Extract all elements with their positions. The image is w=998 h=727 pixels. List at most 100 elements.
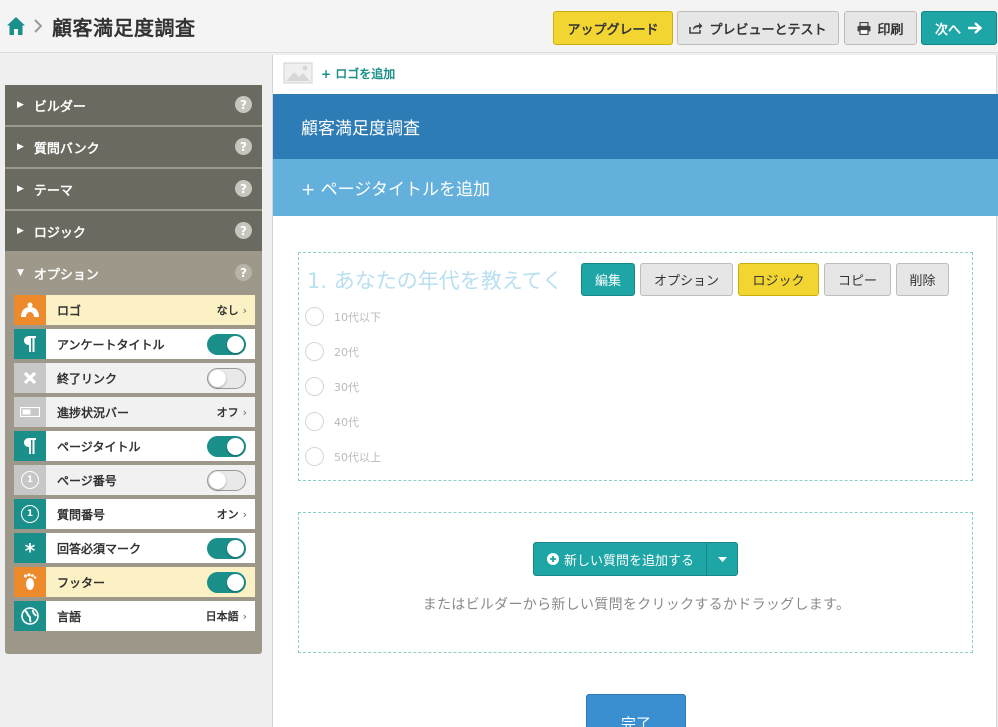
option-value: オフ (216, 406, 239, 419)
option-progress-bar[interactable]: 進捗状況バー オフ › (14, 397, 255, 427)
option-question-number[interactable]: 1 質問番号 オン › (14, 499, 255, 529)
image-placeholder-icon (283, 62, 313, 84)
choice-label: 20代 (334, 345, 359, 359)
add-question-button[interactable]: 新しい質問を追加する (533, 542, 738, 576)
option-label: 回答必須マーク (57, 541, 142, 556)
accordion-builder[interactable]: ▶ ビルダー ? (5, 85, 262, 125)
print-button[interactable]: 印刷 (844, 11, 917, 45)
delete-button[interactable]: 削除 (896, 263, 949, 296)
accordion-label: ビルダー (33, 99, 86, 115)
accordion-logic[interactable]: ▶ ロジック ? (5, 211, 262, 251)
accordion-question-bank[interactable]: ▶ 質問バンク ? (5, 127, 262, 167)
accordion-options[interactable]: ▼ オプション ? (5, 253, 262, 293)
footprint-icon (14, 567, 46, 597)
option-survey-title[interactable]: アンケートタイトル (14, 329, 255, 359)
option-required-mark[interactable]: * 回答必須マーク (14, 533, 255, 563)
add-logo-link[interactable]: + ロゴを追加 (321, 65, 395, 82)
help-icon[interactable]: ? (235, 264, 252, 281)
edit-button[interactable]: 編集 (581, 263, 635, 296)
add-question-hint: またはビルダーから新しい質問をクリックするかドラッグします。 (422, 597, 851, 613)
share-icon (689, 22, 703, 34)
help-icon[interactable]: ? (235, 138, 252, 155)
triangle-right-icon: ▶ (17, 226, 24, 236)
choice-label: 40代 (334, 415, 359, 429)
choice-label: 10代以下 (334, 310, 381, 324)
upgrade-button[interactable]: アップグレード (553, 11, 673, 45)
triangle-right-icon: ▶ (17, 100, 24, 110)
choice-item[interactable]: 50代以上 (305, 447, 381, 466)
option-label: 質問番号 (57, 507, 106, 522)
option-footer[interactable]: フッター (14, 567, 255, 597)
option-value: 日本語 (205, 610, 239, 623)
choice-label: 50代以上 (334, 450, 381, 464)
accordion-theme[interactable]: ▶ テーマ ? (5, 169, 262, 209)
toggle-switch[interactable] (207, 571, 246, 593)
radio-button[interactable] (305, 307, 324, 326)
sidebar: ▶ ビルダー ? ▶ 質問バンク ? ▶ テーマ ? ▶ ロジック ? ▼ オプ… (5, 85, 262, 654)
choice-item[interactable]: 10代以下 (305, 307, 381, 326)
option-page-number[interactable]: 1 ページ番号 (14, 465, 255, 495)
toggle-switch[interactable] (207, 537, 246, 559)
question-block[interactable]: 1. あなたの年代を教えてく 編集 オプション ロジック コピー 削除 10代以… (298, 252, 973, 481)
help-icon[interactable]: ? (235, 222, 252, 239)
accordion-label: オプション (33, 267, 99, 283)
done-button[interactable]: 完了 (586, 694, 686, 727)
add-page-title[interactable]: + ページタイトルを追加 (273, 159, 998, 216)
logo-icon (14, 295, 46, 325)
preview-test-button[interactable]: プレビューとテスト (677, 11, 839, 45)
triangle-right-icon: ▶ (17, 184, 24, 194)
radio-button[interactable] (305, 377, 324, 396)
accordion-label: ロジック (33, 225, 86, 241)
toggle-switch[interactable] (207, 469, 246, 491)
option-label: 進捗状況バー (57, 405, 130, 420)
accordion-label: テーマ (33, 183, 73, 199)
accordion-label: 質問バンク (33, 141, 100, 157)
option-end-link[interactable]: 終了リンク (14, 363, 255, 393)
choice-item[interactable]: 20代 (305, 342, 359, 361)
question-title[interactable]: 1. あなたの年代を教えてく (307, 265, 563, 295)
survey-canvas: + ロゴを追加 顧客満足度調査 + ページタイトルを追加 1. あなたの年代を教… (272, 55, 998, 727)
help-icon[interactable]: ? (235, 96, 252, 113)
help-icon[interactable]: ? (235, 180, 252, 197)
close-icon (14, 363, 46, 393)
add-question-dropdown[interactable] (707, 543, 737, 575)
choice-item[interactable]: 30代 (305, 377, 359, 396)
toggle-switch[interactable] (207, 333, 246, 355)
option-button[interactable]: オプション (640, 263, 733, 296)
toggle-switch[interactable] (207, 367, 246, 389)
add-question-label: 新しい質問を追加する (564, 553, 695, 569)
breadcrumb-chevron-icon (34, 19, 42, 33)
choice-label: 30代 (334, 380, 359, 394)
option-label: ページ番号 (57, 473, 117, 488)
caret-down-icon (717, 556, 727, 562)
asterisk-icon: * (14, 533, 46, 563)
logic-button[interactable]: ロジック (738, 263, 819, 296)
triangle-down-icon: ▼ (17, 268, 24, 278)
home-icon[interactable] (6, 16, 26, 36)
add-question-area: 新しい質問を追加する またはビルダーから新しい質問をクリックするかドラッグします… (298, 512, 973, 653)
triangle-right-icon: ▶ (17, 142, 24, 152)
option-logo[interactable]: ロゴ なし › (14, 295, 255, 325)
page-title: 顧客満足度調査 (52, 16, 196, 40)
number-icon: 1 (14, 465, 46, 495)
next-button[interactable]: 次へ (921, 11, 997, 45)
survey-title[interactable]: 顧客満足度調査 (273, 94, 998, 159)
option-label: フッター (57, 575, 106, 590)
copy-button[interactable]: コピー (824, 263, 891, 296)
add-question-main[interactable]: 新しい質問を追加する (534, 550, 706, 569)
top-bar: 顧客満足度調査 アップグレード プレビューとテスト 印刷 次へ (0, 0, 998, 53)
option-value: なし (216, 304, 239, 317)
option-label: ロゴ (57, 303, 82, 318)
progress-bar-icon (14, 397, 46, 427)
option-language[interactable]: 言語 日本語 › (14, 601, 255, 631)
chevron-right-icon: › (242, 405, 247, 419)
globe-icon (14, 601, 46, 631)
choice-item[interactable]: 40代 (305, 412, 359, 431)
option-value: オン (216, 508, 239, 521)
option-label: 言語 (57, 609, 82, 624)
radio-button[interactable] (305, 342, 324, 361)
radio-button[interactable] (305, 412, 324, 431)
toggle-switch[interactable] (207, 435, 246, 457)
option-page-title[interactable]: ページタイトル (14, 431, 255, 461)
radio-button[interactable] (305, 447, 324, 466)
